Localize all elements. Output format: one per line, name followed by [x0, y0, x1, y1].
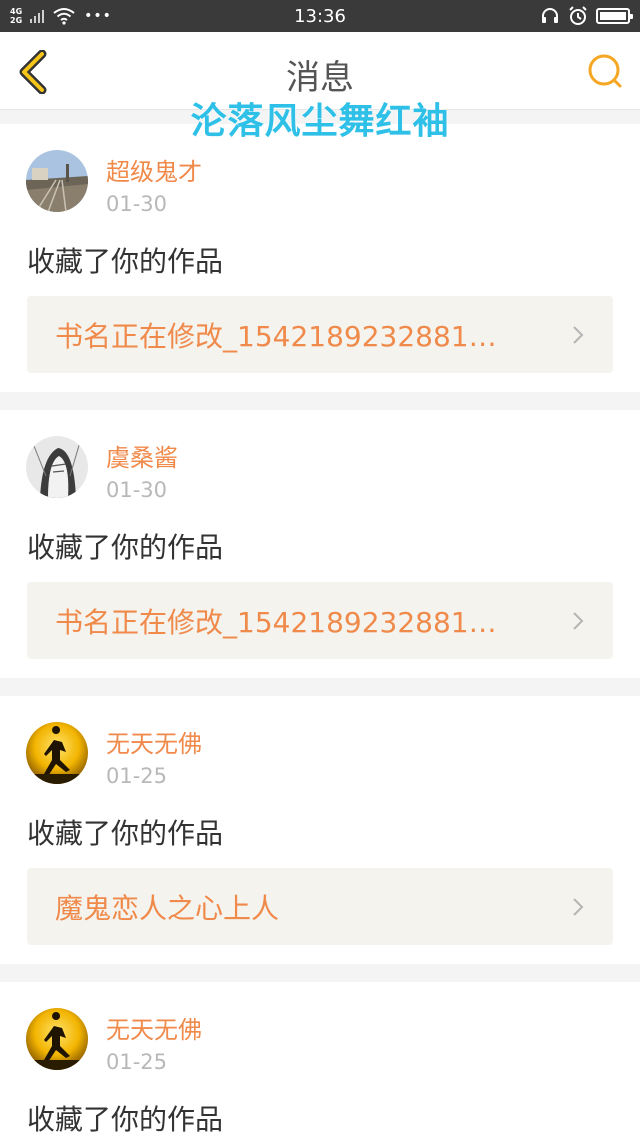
network-type-top: 4G — [10, 7, 23, 16]
status-right — [540, 6, 633, 26]
network-type: 4G 2G — [10, 7, 22, 25]
battery-icon — [596, 8, 633, 24]
message-list: 超级鬼才 01-30 收藏了你的作品 书名正在修改_1542189232881…… — [0, 124, 640, 1138]
work-title: 书名正在修改_1542189232881… — [55, 605, 497, 639]
sunset-runner-avatar[interactable] — [26, 1008, 88, 1070]
chevron-right-icon — [573, 325, 584, 344]
message-card: 无天无佛 01-25 收藏了你的作品 — [0, 982, 640, 1138]
message-date: 01-25 — [106, 764, 168, 788]
action-text: 收藏了你的作品 — [27, 531, 224, 564]
alarm-icon — [569, 6, 587, 25]
user-name[interactable]: 无天无佛 — [106, 1010, 202, 1045]
status-bar: 4G 2G ••• 13:36 — [0, 0, 640, 32]
work-title: 魔鬼恋人之心上人 — [55, 891, 280, 925]
user-name[interactable]: 无天无佛 — [106, 724, 202, 759]
action-text: 收藏了你的作品 — [27, 245, 224, 278]
work-title: 书名正在修改_1542189232881… — [55, 319, 497, 353]
signal-icon — [30, 9, 45, 23]
user-name[interactable]: 超级鬼才 — [106, 152, 202, 187]
message-card: 无天无佛 01-25 收藏了你的作品 魔鬼恋人之心上人 — [0, 696, 640, 964]
chevron-right-icon — [573, 611, 584, 630]
watermark-text: 沦落风尘舞红袖 — [190, 101, 450, 142]
work-link[interactable]: 魔鬼恋人之心上人 — [27, 868, 613, 945]
user-name[interactable]: 虞桑酱 — [106, 438, 178, 473]
wifi-icon — [53, 8, 75, 25]
message-date: 01-30 — [106, 478, 168, 502]
message-card: 超级鬼才 01-30 收藏了你的作品 书名正在修改_1542189232881… — [0, 124, 640, 392]
sketch-portrait-avatar[interactable] — [26, 436, 88, 498]
message-card: 虞桑酱 01-30 收藏了你的作品 书名正在修改_1542189232881… — [0, 410, 640, 678]
message-date: 01-30 — [106, 192, 168, 216]
status-left: 4G 2G ••• — [10, 0, 112, 32]
action-text: 收藏了你的作品 — [27, 817, 224, 850]
chevron-right-icon — [573, 897, 584, 916]
battery-level — [600, 12, 626, 20]
sunset-runner-avatar[interactable] — [26, 722, 88, 784]
network-type-bottom: 2G — [10, 16, 23, 25]
work-link[interactable]: 书名正在修改_1542189232881… — [27, 582, 613, 659]
headphone-icon — [542, 8, 558, 23]
more-dots: ••• — [84, 8, 112, 24]
railway-photo-avatar[interactable] — [26, 150, 88, 212]
search-icon — [588, 54, 622, 88]
work-link[interactable]: 书名正在修改_1542189232881… — [27, 296, 613, 373]
message-date: 01-25 — [106, 1050, 168, 1074]
action-text: 收藏了你的作品 — [27, 1103, 224, 1136]
search-button[interactable] — [586, 52, 624, 90]
